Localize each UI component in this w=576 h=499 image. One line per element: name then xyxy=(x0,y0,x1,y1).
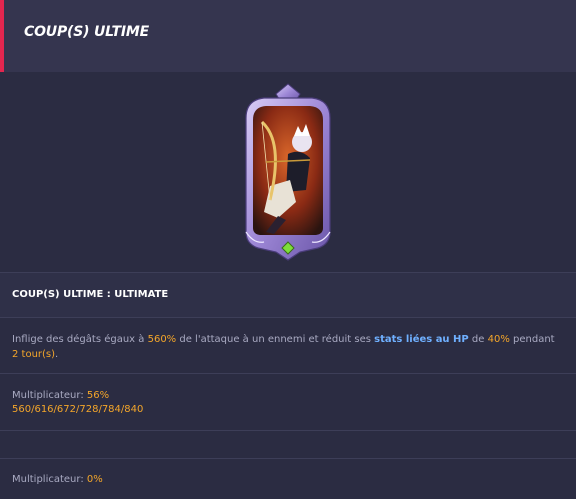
reduction-percent: 40% xyxy=(487,334,510,345)
multiplier-label: Multiplicateur: xyxy=(12,390,87,401)
skill-name-row: COUP(S) ULTIME : ULTIMATE xyxy=(0,272,576,317)
desc-text: pendant xyxy=(509,334,555,345)
stat-link[interactable]: stats liées au HP xyxy=(374,334,469,345)
multiplier-value: 0% xyxy=(86,474,103,485)
empty-row xyxy=(0,430,576,458)
multiplier-levels: 560/616/672/728/784/840 xyxy=(12,404,144,415)
multiplier-value: 56% xyxy=(86,390,110,401)
desc-text: . xyxy=(55,349,59,360)
multiplier-block-2: Multiplicateur: 0% xyxy=(12,473,103,487)
multiplier-row-2: Multiplicateur: 0% xyxy=(0,458,576,499)
skill-name: COUP(S) ULTIME : ULTIMATE xyxy=(12,289,169,300)
skill-panel: COUP(S) ULTIME COUP(S) ULTIME: ULTIMATE… xyxy=(0,0,576,499)
section-header: COUP(S) ULTIME xyxy=(0,0,576,72)
multiplier-label: Multiplicateur: xyxy=(12,474,87,485)
damage-percent: 560% xyxy=(147,334,177,345)
character-card-image xyxy=(245,83,331,261)
card-area xyxy=(0,72,576,272)
section-title: COUP(S) ULTIME xyxy=(24,24,149,40)
skill-description-row: Inflige des dégâts égaux à 560% de l'att… xyxy=(0,317,576,373)
multiplier-block-1: Multiplicateur: 56% 560/616/672/728/784/… xyxy=(12,389,143,417)
desc-text: de l'attaque à un ennemi et réduit ses xyxy=(176,334,375,345)
duration-turns: 2 tour(s) xyxy=(12,349,56,360)
desc-text: de xyxy=(468,334,488,345)
skill-description: Inflige des dégâts égaux à 560% de l'att… xyxy=(12,332,557,362)
desc-text: Inflige des dégâts égaux à xyxy=(12,334,148,345)
multiplier-row-1: Multiplicateur: 56% 560/616/672/728/784/… xyxy=(0,373,576,430)
